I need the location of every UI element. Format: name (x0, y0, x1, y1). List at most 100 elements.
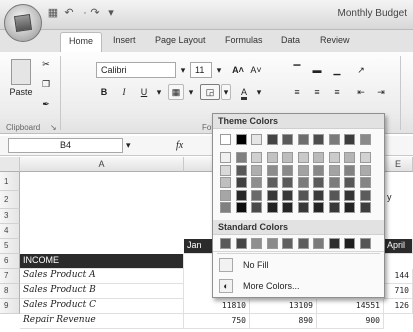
cut-icon[interactable]: ✂ (38, 56, 54, 72)
undo-icon[interactable]: ↶ (62, 6, 76, 20)
theme-shade-swatch[interactable] (282, 202, 293, 213)
theme-shade-swatch[interactable] (235, 202, 247, 213)
tab-insert[interactable]: Insert (113, 35, 136, 45)
tab-page-layout[interactable]: Page Layout (155, 35, 206, 45)
theme-shade-swatch[interactable] (359, 152, 371, 163)
font-color-button[interactable]: A (236, 84, 252, 100)
paste-button[interactable]: Paste (4, 56, 38, 108)
increase-indent-icon[interactable]: ⇥ (372, 84, 390, 100)
theme-shade-swatch[interactable] (359, 177, 371, 188)
column-header-e[interactable]: E (384, 157, 413, 172)
row-header[interactable]: 9 (0, 299, 20, 314)
theme-color-swatch[interactable] (220, 134, 231, 145)
theme-shade-swatch[interactable] (282, 152, 293, 163)
cell-item-label[interactable]: Sales Product B (20, 284, 184, 299)
theme-shade-swatch[interactable] (251, 152, 262, 163)
theme-shade-swatch[interactable] (344, 177, 355, 188)
theme-shade-swatch[interactable] (297, 202, 309, 213)
tab-review[interactable]: Review (320, 35, 350, 45)
standard-color-swatch[interactable] (313, 238, 324, 249)
theme-color-swatch[interactable] (344, 134, 355, 145)
theme-shade-swatch[interactable] (266, 164, 278, 176)
theme-shade-swatch[interactable] (313, 202, 324, 213)
cell-partial-text[interactable]: y (384, 191, 413, 209)
theme-shade-swatch[interactable] (235, 177, 247, 188)
standard-color-swatch[interactable] (251, 238, 262, 249)
cell-april-header[interactable]: April (384, 239, 413, 254)
more-colors-item[interactable]: ◐ More Colors... (213, 276, 384, 296)
font-color-dropdown-icon[interactable]: ▾ (254, 84, 264, 100)
theme-shade-swatch[interactable] (220, 152, 231, 163)
tab-home[interactable]: Home (60, 32, 103, 53)
theme-shade-swatch[interactable] (220, 202, 231, 213)
copy-icon[interactable]: ❐ (38, 76, 54, 92)
cell-value[interactable]: 750 (184, 314, 250, 329)
theme-color-swatch[interactable] (235, 134, 247, 145)
theme-shade-swatch[interactable] (313, 164, 324, 176)
theme-shade-swatch[interactable] (266, 177, 278, 188)
borders-dropdown-icon[interactable]: ▾ (186, 84, 196, 100)
cell-value[interactable]: 900 (317, 314, 384, 329)
theme-shade-swatch[interactable] (328, 177, 340, 188)
underline-dropdown-icon[interactable]: ▾ (154, 84, 164, 100)
cell-value[interactable]: 13109 (250, 299, 317, 314)
row-header[interactable]: 7 (0, 269, 20, 284)
theme-shade-swatch[interactable] (328, 189, 340, 201)
theme-shade-swatch[interactable] (251, 164, 262, 176)
office-button[interactable] (4, 4, 42, 42)
row-header[interactable]: 5 (0, 239, 20, 254)
theme-shade-swatch[interactable] (359, 164, 371, 176)
row-header[interactable]: 2 (0, 191, 20, 209)
select-all-corner[interactable] (0, 157, 20, 172)
theme-color-swatch[interactable] (328, 134, 340, 145)
align-center-icon[interactable]: ≡ (308, 84, 326, 100)
align-left-icon[interactable]: ≡ (288, 84, 306, 100)
theme-shade-swatch[interactable] (297, 152, 309, 163)
theme-shade-swatch[interactable] (344, 189, 355, 201)
align-bottom-icon[interactable]: ▁ (328, 62, 346, 78)
theme-shade-swatch[interactable] (235, 189, 247, 201)
theme-shade-swatch[interactable] (282, 177, 293, 188)
row-header[interactable]: 1 (0, 172, 20, 191)
underline-button[interactable]: U (136, 84, 152, 100)
standard-color-swatch[interactable] (344, 238, 355, 249)
align-middle-icon[interactable]: ▬ (308, 62, 326, 78)
cell-value[interactable]: 890 (250, 314, 317, 329)
bold-button[interactable]: B (96, 84, 112, 100)
shrink-font-button[interactable]: A˅ (248, 62, 264, 78)
theme-color-swatch[interactable] (266, 134, 278, 145)
theme-shade-swatch[interactable] (328, 202, 340, 213)
theme-color-swatch[interactable] (282, 134, 293, 145)
row-header[interactable]: 6 (0, 254, 20, 269)
row-header[interactable]: 8 (0, 284, 20, 299)
theme-shade-swatch[interactable] (235, 164, 247, 176)
cell-item-label[interactable]: Sales Product A (20, 269, 184, 284)
standard-color-swatch[interactable] (297, 238, 309, 249)
no-fill-item[interactable]: No Fill (213, 255, 384, 275)
theme-shade-swatch[interactable] (220, 189, 231, 201)
theme-shade-swatch[interactable] (235, 152, 247, 163)
theme-shade-swatch[interactable] (359, 189, 371, 201)
font-size-dropdown-icon[interactable]: ▾ (214, 62, 224, 78)
italic-button[interactable]: I (116, 84, 132, 100)
standard-color-swatch[interactable] (220, 238, 231, 249)
format-painter-icon[interactable]: ✒ (38, 96, 54, 112)
theme-shade-swatch[interactable] (251, 189, 262, 201)
theme-shade-swatch[interactable] (220, 177, 231, 188)
borders-icon[interactable]: ▦ (168, 84, 184, 100)
save-icon[interactable]: ▦ (46, 6, 60, 20)
standard-color-swatch[interactable] (328, 238, 340, 249)
orientation-icon[interactable]: ↗ (352, 62, 370, 78)
theme-shade-swatch[interactable] (344, 164, 355, 176)
theme-shade-swatch[interactable] (297, 164, 309, 176)
decrease-indent-icon[interactable]: ⇤ (352, 84, 370, 100)
cell-value[interactable]: 126 (384, 299, 413, 314)
redo-icon[interactable]: ↷ (88, 6, 102, 20)
theme-shade-swatch[interactable] (297, 189, 309, 201)
theme-shade-swatch[interactable] (313, 189, 324, 201)
name-box[interactable]: B4 (8, 138, 123, 153)
cell-value[interactable]: 144 (384, 269, 413, 284)
theme-shade-swatch[interactable] (251, 202, 262, 213)
theme-shade-swatch[interactable] (344, 202, 355, 213)
fill-color-button[interactable]: ◲ (200, 84, 220, 100)
